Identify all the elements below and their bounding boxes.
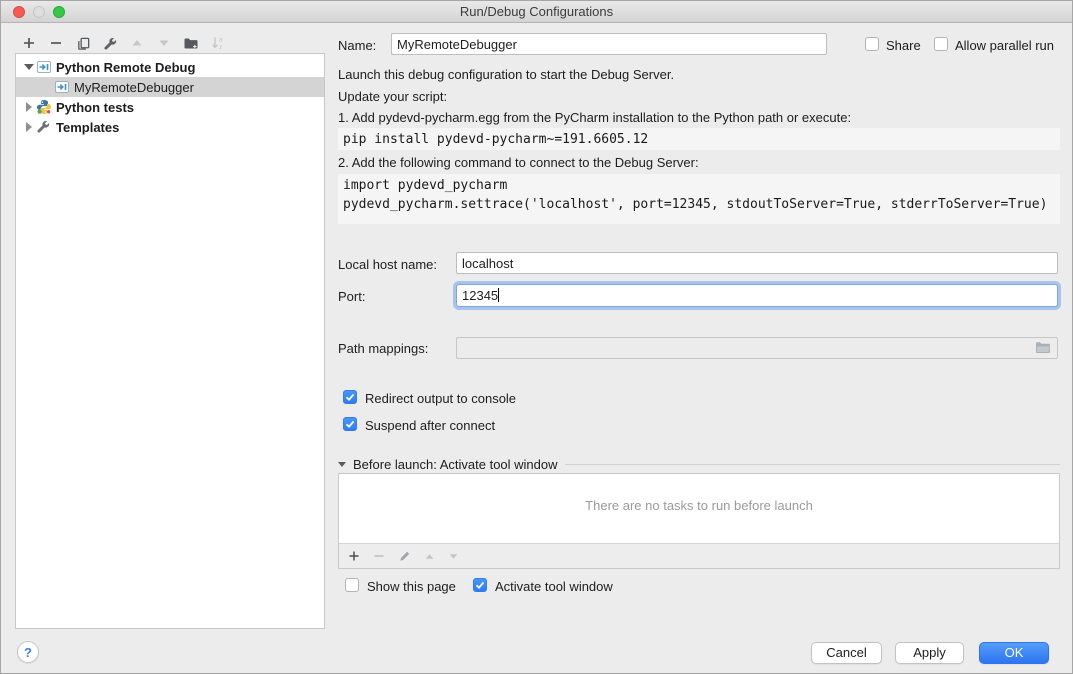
redirect-output-checkbox[interactable]	[343, 390, 357, 404]
remove-configuration-icon[interactable]	[48, 35, 64, 51]
templates-wrench-icon	[36, 119, 52, 135]
chevron-collapsed-icon[interactable]	[24, 122, 34, 132]
before-launch-task-list: There are no tasks to run before launch	[338, 473, 1060, 569]
before-launch-header[interactable]: Before launch: Activate tool window	[338, 457, 1060, 472]
help-button[interactable]: ?	[17, 641, 39, 663]
step-2-text: 2. Add the following command to connect …	[338, 155, 699, 170]
move-task-up-icon	[424, 551, 435, 562]
remove-task-icon	[373, 550, 385, 562]
activate-tool-window-checkbox[interactable]	[473, 578, 487, 592]
run-debug-configurations-dialog: Run/Debug Configurations	[0, 0, 1073, 674]
step-1-text: 1. Add pydevd-pycharm.egg from the PyCha…	[338, 110, 851, 125]
svg-text:a: a	[219, 37, 223, 44]
name-label: Name:	[338, 38, 376, 53]
section-divider	[565, 464, 1060, 465]
collapse-section-icon[interactable]	[338, 462, 346, 467]
allow-parallel-run-label: Allow parallel run	[955, 38, 1054, 53]
configurations-tree: Python Remote Debug MyRemoteDebugger Pyt…	[15, 53, 325, 629]
move-up-icon	[129, 35, 145, 51]
close-window-button[interactable]	[13, 6, 25, 18]
apply-button[interactable]: Apply	[895, 642, 964, 664]
path-mappings-label: Path mappings:	[338, 341, 428, 356]
empty-tasks-text: There are no tasks to run before launch	[339, 498, 1059, 513]
suspend-after-connect-checkbox[interactable]	[343, 417, 357, 431]
description-line-1: Launch this debug configuration to start…	[338, 67, 674, 82]
pip-install-code: pip install pydevd-pycharm~=191.6605.12	[338, 128, 1060, 150]
path-mappings-input[interactable]	[456, 337, 1058, 359]
copy-configuration-icon[interactable]	[75, 35, 91, 51]
browse-folder-icon[interactable]	[1035, 341, 1051, 355]
tree-item-python-remote-debug[interactable]: Python Remote Debug	[16, 57, 324, 77]
sort-alphabetically-icon: a z	[210, 35, 226, 51]
tree-item-python-tests[interactable]: Python tests	[16, 97, 324, 117]
minimize-window-button	[33, 6, 45, 18]
show-this-page-checkbox[interactable]	[345, 578, 359, 592]
new-folder-icon[interactable]	[183, 35, 199, 51]
move-task-down-icon	[448, 551, 459, 562]
edit-task-icon	[398, 550, 411, 563]
share-label: Share	[886, 38, 921, 53]
tree-item-myremotedebugger[interactable]: MyRemoteDebugger	[16, 77, 324, 97]
local-host-name-input[interactable]	[456, 252, 1058, 274]
settrace-code: import pydevd_pycharm pydevd_pycharm.set…	[338, 174, 1060, 224]
cancel-button[interactable]: Cancel	[811, 642, 882, 664]
allow-parallel-run-checkbox[interactable]	[934, 37, 948, 51]
chevron-collapsed-icon[interactable]	[24, 102, 34, 112]
configurations-toolbar: a z	[21, 34, 226, 52]
add-task-icon[interactable]	[348, 550, 360, 562]
local-host-name-label: Local host name:	[338, 257, 437, 272]
redirect-output-label: Redirect output to console	[365, 391, 516, 406]
remote-debug-config-icon	[36, 59, 52, 75]
port-input[interactable]: 12345	[456, 284, 1058, 307]
description-line-2: Update your script:	[338, 89, 447, 104]
remote-debug-config-icon	[54, 79, 70, 95]
ok-button[interactable]: OK	[979, 642, 1049, 664]
name-input[interactable]	[391, 33, 827, 55]
before-launch-title: Before launch: Activate tool window	[353, 457, 558, 472]
move-down-icon	[156, 35, 172, 51]
text-caret	[498, 288, 499, 302]
port-label: Port:	[338, 289, 365, 304]
activate-tool-window-label: Activate tool window	[495, 579, 613, 594]
share-checkbox[interactable]	[865, 37, 879, 51]
python-tests-icon	[36, 99, 52, 115]
edit-templates-wrench-icon[interactable]	[102, 35, 118, 51]
before-launch-toolbar	[339, 543, 1059, 568]
suspend-after-connect-label: Suspend after connect	[365, 418, 495, 433]
chevron-expanded-icon[interactable]	[24, 64, 34, 70]
title-bar[interactable]: Run/Debug Configurations	[1, 1, 1072, 23]
zoom-window-button[interactable]	[53, 6, 65, 18]
svg-text:z: z	[219, 44, 222, 51]
window-title: Run/Debug Configurations	[1, 1, 1072, 22]
tree-item-templates[interactable]: Templates	[16, 117, 324, 137]
show-this-page-label: Show this page	[367, 579, 456, 594]
add-configuration-icon[interactable]	[21, 35, 37, 51]
